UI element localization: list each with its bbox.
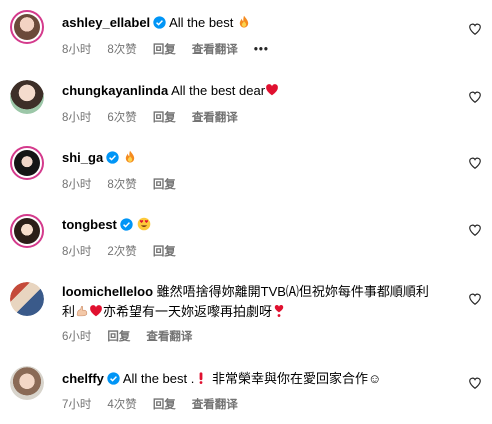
more-options-button[interactable]: •••: [254, 44, 269, 56]
comment-item: loomichelleloo 雖然唔捨得妳離開TVB🄐但祝妳每件事都順順利 利 亦…: [0, 276, 492, 352]
comment-text-continued: 亦希望有一天妳返嚟再拍劇呀: [103, 304, 273, 319]
comment-time: 8小时: [62, 246, 92, 258]
avatar[interactable]: [10, 146, 44, 180]
avatar[interactable]: [10, 80, 44, 114]
red-heart-emoji-icon: [90, 305, 102, 317]
reply-button[interactable]: 回复: [153, 399, 176, 411]
like-count[interactable]: 8次赞: [107, 179, 136, 191]
like-heart-icon[interactable]: [468, 22, 482, 36]
verified-badge-icon: [107, 372, 120, 385]
comment-item: shi_ga 8小时 8次赞 回复: [0, 140, 492, 204]
comment-item: tongbest 8小时 2次赞 回复: [0, 208, 492, 272]
username[interactable]: tongbest: [62, 217, 117, 232]
reply-button[interactable]: 回复: [153, 246, 176, 258]
see-translation-button[interactable]: 查看翻译: [192, 399, 238, 411]
comment-time: 7小时: [62, 399, 92, 411]
like-heart-icon[interactable]: [468, 156, 482, 170]
comment-text: All the best: [169, 15, 234, 30]
like-heart-icon[interactable]: [468, 292, 482, 306]
comment-text: 雖然唔捨得妳離開TVB🄐但祝妳每件事都順順利: [156, 284, 429, 299]
fire-emoji-icon: [125, 150, 135, 163]
like-count[interactable]: 2次赞: [107, 246, 136, 258]
avatar[interactable]: [10, 366, 44, 400]
red-heart-emoji-icon: [266, 84, 278, 96]
comment-item: chelffy All the best . 非常榮幸與你在愛回家合作☺ 7小时…: [0, 358, 492, 424]
heart-eyes-emoji-icon: [137, 217, 150, 231]
fire-emoji-icon: [239, 15, 249, 28]
reply-button[interactable]: 回复: [153, 44, 176, 56]
username[interactable]: ashley_ellabel: [62, 15, 150, 30]
username[interactable]: chelffy: [62, 371, 104, 386]
reply-button[interactable]: 回复: [153, 112, 176, 124]
verified-badge-icon: [106, 151, 119, 164]
comment-item: chungkayanlinda All the best dear 8小时 6次赞…: [0, 70, 492, 134]
avatar[interactable]: [10, 10, 44, 44]
username[interactable]: shi_ga: [62, 150, 103, 165]
comment-text-continued: 非常榮幸與你在愛回家合作☺: [211, 371, 382, 386]
like-count[interactable]: 8次赞: [107, 44, 136, 56]
verified-badge-icon: [120, 218, 133, 231]
comment-time: 6小时: [62, 331, 92, 343]
username[interactable]: loomichelleloo: [62, 284, 153, 299]
comment-text: All the best dear: [171, 83, 266, 98]
see-translation-button[interactable]: 查看翻译: [146, 331, 192, 343]
avatar[interactable]: [10, 214, 44, 248]
like-count[interactable]: 4次赞: [107, 399, 136, 411]
comment-item: ashley_ellabel All the best 8小时 8次赞 回复 查看翻译…: [0, 0, 492, 70]
like-heart-icon[interactable]: [468, 376, 482, 390]
comment-text-continued: 利: [62, 304, 76, 319]
verified-badge-icon: [153, 16, 166, 29]
avatar[interactable]: [10, 282, 44, 316]
flexed-biceps-emoji-icon: [76, 305, 88, 317]
heart-exclamation-emoji-icon: [274, 305, 284, 317]
reply-button[interactable]: 回复: [153, 179, 176, 191]
like-heart-icon[interactable]: [468, 223, 482, 237]
comment-time: 8小时: [62, 112, 92, 124]
comment-time: 8小时: [62, 179, 92, 191]
red-exclamation-emoji-icon: [199, 372, 203, 384]
reply-button[interactable]: 回复: [107, 331, 130, 343]
like-heart-icon[interactable]: [468, 90, 482, 104]
see-translation-button[interactable]: 查看翻译: [192, 44, 238, 56]
see-translation-button[interactable]: 查看翻译: [192, 112, 238, 124]
comment-text: All the best .: [122, 371, 195, 386]
comment-time: 8小时: [62, 44, 92, 56]
like-count[interactable]: 6次赞: [107, 112, 136, 124]
username[interactable]: chungkayanlinda: [62, 83, 168, 98]
